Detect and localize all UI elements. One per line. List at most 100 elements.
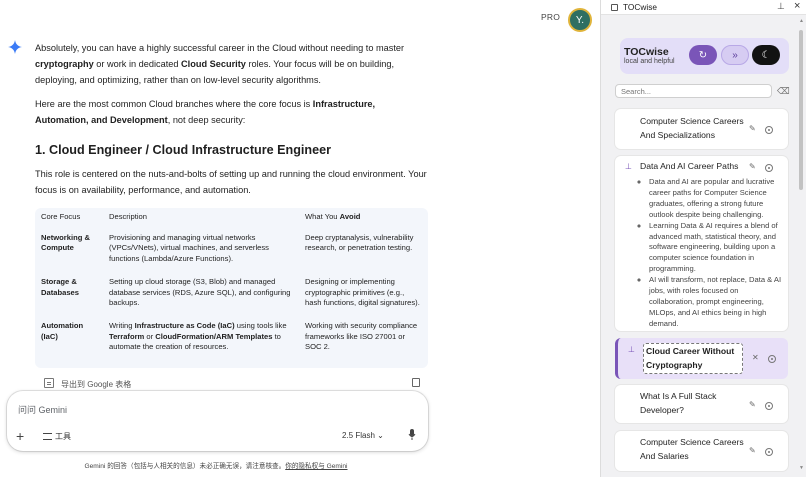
scroll-up-arrow[interactable]: ▲ — [799, 18, 804, 24]
toc-item-title[interactable]: What Is A Full Stack Developer? — [640, 390, 750, 417]
panel-scrollbar[interactable] — [799, 30, 804, 470]
theme-toggle-button[interactable]: ☾ — [752, 45, 780, 65]
tools-icon — [43, 433, 52, 441]
jump-to-icon[interactable] — [765, 126, 773, 134]
pro-badge: PRO — [541, 12, 561, 22]
text-run: or work in dedicated — [93, 59, 182, 69]
microphone-icon[interactable] — [408, 429, 416, 440]
toc-item-title[interactable]: Cloud Career Without Cryptography — [643, 343, 743, 374]
panel-titlebar: TOCwise ⊥ × — [601, 0, 806, 15]
summary-bullet: Data and AI are popular and lucrative ca… — [649, 177, 782, 221]
text-run: Here are the most common Cloud branches … — [35, 99, 313, 109]
text-run: Writing — [109, 320, 135, 330]
table-header-description: Description — [109, 212, 147, 221]
cell-core-focus: Automation (IaC) — [41, 320, 84, 341]
cell-core-focus: Storage & Databases — [41, 276, 79, 297]
cell-core-focus: Networking & Compute — [41, 232, 90, 253]
bold-text: Cloud Security — [181, 59, 246, 69]
prompt-input[interactable]: 问问 Gemini — [18, 403, 67, 416]
cell-what-you-avoid: Working with security compliance framewo… — [305, 320, 418, 352]
text-run: or — [144, 331, 156, 341]
response-paragraph-1: Absolutely, you can have a highly succes… — [35, 40, 429, 88]
chevron-down-icon: ⌄ — [377, 431, 384, 440]
close-panel-icon[interactable]: × — [794, 0, 800, 12]
jump-to-icon[interactable] — [765, 448, 773, 456]
pin-panel-icon[interactable]: ⊥ — [777, 1, 785, 12]
double-chevron-down-icon: » — [732, 49, 738, 61]
jump-to-icon[interactable] — [765, 164, 773, 172]
pin-icon[interactable]: ⊥ — [628, 345, 635, 354]
pin-icon[interactable]: ⊥ — [625, 162, 632, 171]
avatar-initial: Y. — [575, 14, 585, 26]
toc-item[interactable]: Computer Science Careers And Specializat… — [615, 109, 788, 149]
export-row: 导出到 Google 表格 — [44, 378, 424, 390]
summary-bullet: Learning Data & AI requires a blend of a… — [649, 221, 782, 276]
privacy-link[interactable]: 你的隐私权与 Gemini — [285, 463, 347, 470]
copy-table-icon[interactable] — [412, 378, 420, 387]
moon-icon: ☾ — [761, 49, 771, 61]
bold-text: Infrastructure as Code (IaC) — [134, 320, 235, 330]
table-header-avoid-bold: Avoid — [339, 212, 361, 221]
clear-search-icon[interactable]: ⌫ — [777, 86, 790, 97]
edit-icon[interactable]: ✎ — [749, 124, 756, 133]
export-to-sheets-button[interactable]: 导出到 Google 表格 — [61, 379, 131, 390]
avatar[interactable]: Y. — [568, 8, 592, 32]
edit-icon[interactable]: ✎ — [749, 446, 756, 455]
toc-item[interactable]: What Is A Full Stack Developer? ✎ — [615, 385, 788, 423]
tools-label: 工具 — [55, 432, 71, 441]
text-run: Provisioning and managing virtual networ… — [109, 232, 269, 264]
table-row: Storage & Databases Setting up cloud stor… — [35, 271, 428, 315]
add-attachment-button[interactable]: + — [16, 429, 24, 443]
gemini-star-icon — [8, 40, 22, 54]
cell-description: Provisioning and managing virtual networ… — [103, 227, 299, 271]
response-paragraph-3: This role is centered on the nuts-and-bo… — [35, 169, 427, 195]
table-header-avoid: What You Avoid — [299, 208, 428, 227]
search-input[interactable] — [621, 86, 766, 97]
cell-what-you-avoid: Deep cryptanalysis, vulnerability resear… — [305, 232, 414, 253]
scroll-thumb[interactable] — [799, 30, 803, 190]
tools-button[interactable]: 工具 — [43, 431, 71, 442]
panel-title: TOCwise — [623, 2, 657, 12]
collapse-all-button[interactable]: » — [721, 45, 749, 65]
toc-item-title[interactable]: Computer Science Careers And Specializat… — [640, 115, 750, 142]
table-header-row: Core Focus Description What You Avoid — [35, 208, 428, 227]
panel-app-icon — [611, 4, 618, 11]
brand-name: TOCwise — [624, 46, 669, 58]
edit-icon[interactable]: ✎ — [749, 162, 756, 171]
text-run: using tools like — [234, 320, 287, 330]
toc-item[interactable]: ⊥ Cloud Career Without Cryptography ✕ — [615, 338, 788, 379]
section-heading: 1. Cloud Engineer / Cloud Infrastructure… — [35, 143, 331, 157]
model-label: 2.5 Flash — [342, 431, 375, 440]
toc-item-title[interactable]: Computer Science Careers And Salaries — [640, 436, 750, 463]
model-selector[interactable]: 2.5 Flash ⌄ — [342, 431, 384, 440]
cancel-edit-icon[interactable]: ✕ — [752, 353, 759, 362]
summary-bullet: AI will transform, not replace, Data & A… — [649, 275, 782, 330]
sheets-icon — [44, 378, 54, 388]
app-window: PRO Y. Absolutely, you can have a highly… — [0, 0, 806, 477]
toc-summary-list: Data and AI are popular and lucrative ca… — [637, 177, 782, 330]
gemini-main: PRO Y. Absolutely, you can have a highly… — [0, 0, 600, 477]
text-run: Setting up cloud storage (S3, Blob) and … — [109, 276, 291, 308]
toc-item[interactable]: Computer Science Careers And Salaries ✎ — [615, 431, 788, 471]
jump-to-icon[interactable] — [768, 355, 776, 363]
scroll-down-arrow[interactable]: ▼ — [799, 465, 804, 471]
refresh-icon: ↻ — [698, 49, 708, 61]
refresh-button[interactable]: ↻ — [689, 45, 717, 65]
bold-text: CloudFormation/ARM Templates — [155, 331, 273, 341]
disclaimer-text: Gemini 的回答（包括与人相关的信息）未必正确无误，请注意核查。 — [84, 463, 286, 470]
search-box — [615, 84, 772, 98]
toc-item[interactable]: ⊥ Data And AI Career Paths✎ Data and AI ar… — [615, 156, 788, 331]
cell-description: Setting up cloud storage (S3, Blob) and … — [103, 271, 299, 315]
comparison-table: Core Focus Description What You Avoid Ne… — [35, 208, 428, 368]
table-header-avoid-prefix: What You — [305, 212, 340, 221]
table-row: Networking & Compute Provisioning and man… — [35, 227, 428, 271]
table-header-focus: Core Focus — [41, 212, 81, 221]
response-body: Absolutely, you can have a highly succes… — [35, 40, 429, 206]
toc-item-title[interactable]: Data And AI Career Paths — [640, 160, 750, 174]
cell-description: Writing Infrastructure as Code (IaC) usi… — [103, 315, 299, 359]
tocwise-panel: TOCwise ⊥ × TOCwise local and helpful ↻ … — [600, 0, 806, 477]
text-run: Absolutely, you can have a highly succes… — [35, 43, 405, 53]
table-row: Automation (IaC) Writing Infrastructure a… — [35, 315, 428, 359]
jump-to-icon[interactable] — [765, 402, 773, 410]
edit-icon[interactable]: ✎ — [749, 400, 756, 409]
